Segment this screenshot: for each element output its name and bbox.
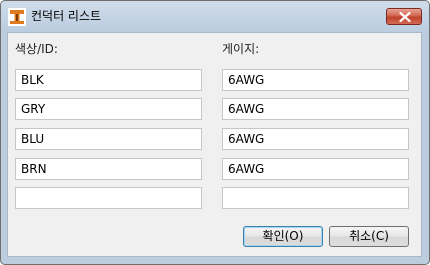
gauge-field-4[interactable]: 6AWG bbox=[222, 158, 409, 180]
gauge-field-1[interactable]: 6AWG bbox=[222, 69, 409, 91]
gauge-field-5[interactable] bbox=[222, 187, 409, 209]
color-id-field-1[interactable]: BLK bbox=[15, 69, 202, 91]
title-bar[interactable]: 컨덕터 리스트 bbox=[1, 1, 429, 31]
color-id-field-2[interactable]: GRY bbox=[15, 98, 202, 120]
dialog-body: 색상/ID: 게이지: BLK 6AWG GRY 6AWG BLU 6AWG B… bbox=[7, 32, 422, 257]
cancel-button[interactable]: 취소(C) bbox=[329, 226, 409, 247]
color-id-field-4[interactable]: BRN bbox=[15, 158, 202, 180]
ok-button[interactable]: 확인(O) bbox=[243, 226, 323, 247]
color-id-field-5[interactable] bbox=[15, 187, 202, 209]
app-logo-icon bbox=[8, 8, 26, 26]
window-title: 컨덕터 리스트 bbox=[31, 9, 102, 23]
color-id-field-3[interactable]: BLU bbox=[15, 128, 202, 150]
gauge-field-2[interactable]: 6AWG bbox=[222, 98, 409, 120]
dialog-window: 컨덕터 리스트 색상/ID: 게이지: BLK 6AWG GRY 6AWG BL… bbox=[0, 0, 430, 265]
color-id-label: 색상/ID: bbox=[15, 42, 58, 56]
gauge-label: 게이지: bbox=[222, 42, 260, 56]
close-icon bbox=[399, 12, 411, 22]
close-button[interactable] bbox=[386, 8, 422, 25]
gauge-field-3[interactable]: 6AWG bbox=[222, 128, 409, 150]
